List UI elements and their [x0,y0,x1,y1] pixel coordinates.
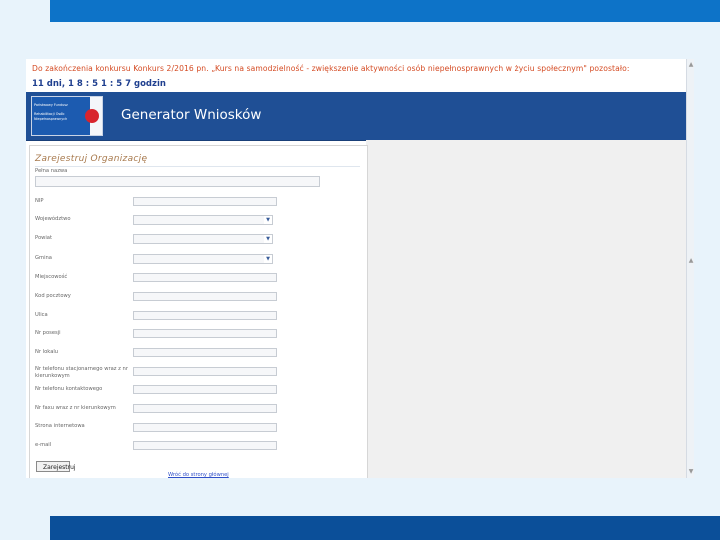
slide-bottom-bar [50,516,720,540]
nip-label: NIP [35,198,44,204]
nip-input[interactable] [133,197,277,206]
title-divider [35,166,360,167]
logo-mark: Państwowy Fundusz Rehabilitacji Osób Nie… [32,97,90,135]
city-label: Miejscowość [35,274,68,280]
countdown-banner: Do zakończenia konkursu Konkurs 2/2016 p… [26,59,686,91]
logo-line-1: Państwowy Fundusz [34,103,68,107]
contact-phone-label: Nr telefonu kontaktowego [35,386,103,392]
voivodeship-select[interactable]: ▼ [133,215,273,225]
logo-circle-icon [85,109,99,123]
logo-line-3: Niepełnosprawnych [34,117,68,121]
back-home-link[interactable]: Wróć do strony głównej [168,472,229,478]
county-label: Powiat [35,235,53,241]
arrow-up-icon[interactable]: ▲ [687,61,694,69]
website-input[interactable] [133,423,277,432]
postal-code-input[interactable] [133,292,277,301]
email-input[interactable] [133,441,277,450]
fax-label: Nr faxu wraz z nr kierunkowym [35,405,116,411]
browser-screenshot: Do zakończenia konkursu Konkurs 2/2016 p… [26,59,694,478]
page-background [366,140,686,478]
contact-phone-input[interactable] [133,385,277,394]
chevron-down-icon: ▼ [264,255,272,263]
postal-code-label: Kod pocztowy [35,293,71,299]
house-no-input[interactable] [133,329,277,338]
register-button[interactable]: Zarejestruj [36,461,76,472]
countdown-notice: Do zakończenia konkursu Konkurs 2/2016 p… [32,64,630,73]
app-header: Państwowy Fundusz Rehabilitacji Osób Nie… [26,92,686,141]
pfron-logo[interactable]: Państwowy Fundusz Rehabilitacji Osób Nie… [31,96,103,136]
local-no-input[interactable] [133,348,277,357]
website-label: Strona internetowa [35,423,85,429]
local-no-label: Nr lokalu [35,349,59,355]
form-title: Zarejestruj Organizację [35,154,148,164]
email-label: e-mail [35,442,52,448]
chevron-down-icon: ▼ [264,216,272,224]
scroll-marker-icon: ▲ [688,257,694,264]
landline-label: Nr telefonu stacjonarnego wraz z nr kier… [35,366,128,379]
fax-input[interactable] [133,404,277,413]
page-scrollbar[interactable]: ▲ ▲ ▼ [686,59,694,478]
chevron-down-icon: ▼ [264,235,272,243]
logo-line-2: Rehabilitacji Osób [34,112,65,116]
commune-label: Gmina [35,255,52,261]
slide-top-bar [50,0,720,22]
app-title: Generator Wniosków [121,107,262,123]
house-no-label: Nr posesji [35,330,61,336]
countdown-timer: 11 dni, 1 8 : 5 1 : 5 7 godzin [32,79,166,89]
street-label: Ulica [35,312,48,318]
landline-input[interactable] [133,367,277,376]
full-name-input[interactable] [35,176,320,187]
registration-form: Zarejestruj Organizację Pełna nazwa NIP … [29,145,368,478]
city-input[interactable] [133,273,277,282]
county-select[interactable]: ▼ [133,234,273,244]
voivodeship-label: Województwo [35,216,71,222]
commune-select[interactable]: ▼ [133,254,273,264]
arrow-down-icon[interactable]: ▼ [687,468,694,476]
full-name-label: Pełna nazwa [35,168,68,174]
street-input[interactable] [133,311,277,320]
